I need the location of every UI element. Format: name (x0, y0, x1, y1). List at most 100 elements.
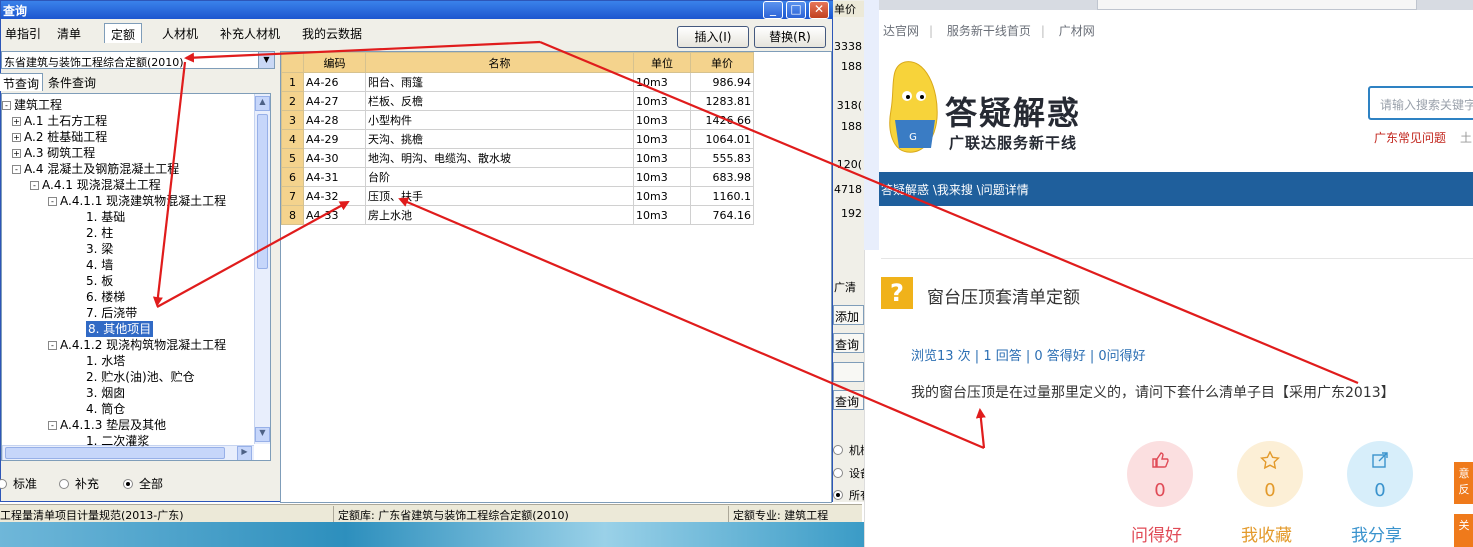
hot-link-more[interactable]: 土 (1460, 131, 1472, 145)
cell-code: A4-32 (303, 186, 366, 206)
bg-add-button[interactable]: 添加 (833, 305, 864, 325)
scroll-up-icon[interactable]: ▲ (255, 96, 270, 111)
table-row[interactable]: 1 A4-26 阳台、雨篷 10m3 986.94 (281, 72, 754, 92)
tab-guide[interactable]: 单指引 (0, 23, 47, 43)
table-row[interactable]: 5 A4-30 地沟、明沟、电缆沟、散水坡 10m3 555.83 (281, 148, 754, 168)
tree-node[interactable]: 6. 楼梯 (86, 289, 125, 305)
tree-node[interactable]: A.2 桩基础工程 (24, 129, 107, 145)
tab-supplementary-materials[interactable]: 补充人材机 (214, 23, 286, 43)
bg-radio-all[interactable]: 所有 (833, 487, 864, 502)
search-input[interactable]: 请输入搜索关键字 (1368, 86, 1473, 120)
cell-n: 1 (281, 72, 304, 92)
bg-label: 广清 (834, 281, 856, 294)
bg-radio-equipment[interactable]: 设备 (833, 465, 864, 481)
tree-node[interactable]: 1. 二次灌浆 (86, 433, 149, 449)
tree-node[interactable]: 5. 板 (86, 273, 113, 289)
bg-vertical-scrollbar[interactable] (864, 0, 879, 250)
tree-node[interactable]: A.4.1.3 垫层及其他 (60, 417, 166, 433)
cell-unit: 10m3 (633, 186, 691, 206)
cell-price: 1426.66 (690, 110, 754, 130)
tree-node[interactable]: 2. 贮水(油)池、贮仓 (86, 369, 195, 385)
browser-tab-strip (865, 0, 1473, 10)
tree-node[interactable]: 4. 墙 (86, 257, 113, 273)
tree-expander-icon[interactable]: - (12, 165, 21, 174)
cell-unit: 10m3 (633, 72, 691, 92)
tree-node[interactable]: A.4.1.1 现浇建筑物混凝土工程 (60, 193, 226, 209)
tree-node[interactable]: 7. 后浇带 (86, 305, 137, 321)
radio-standard[interactable]: 标准 (0, 475, 37, 492)
share-button[interactable]: 0 (1347, 441, 1413, 507)
hot-link-guangdong[interactable]: 广东常见问题 (1374, 131, 1446, 145)
tab-materials[interactable]: 人材机 (156, 23, 204, 43)
tab-chapter-query[interactable]: 节查询 (0, 73, 44, 91)
table-row[interactable]: 3 A4-28 小型构件 10m3 1426.66 (281, 110, 754, 130)
scroll-thumb[interactable] (257, 114, 268, 269)
link-home[interactable]: 服务新干线首页 (947, 24, 1031, 38)
radio-supplement[interactable]: 补充 (59, 475, 99, 492)
replace-button[interactable]: 替换(R) (754, 26, 826, 48)
quota-library-select[interactable]: 东省建筑与装饰工程综合定额(2010) ▼ (1, 51, 275, 69)
tree-node[interactable]: A.4 混凝土及钢筋混凝土工程 (24, 161, 179, 177)
header-price[interactable]: 单价 (690, 52, 754, 73)
cell-n: 7 (281, 186, 304, 206)
bg-query-button-2[interactable]: 查询 (833, 390, 864, 410)
tree-expander-icon[interactable]: - (48, 421, 57, 430)
tab-bill[interactable]: 清单 (51, 23, 87, 43)
tree-expander-icon[interactable]: + (12, 117, 21, 126)
close-icon[interactable]: ✕ (809, 1, 829, 19)
table-row[interactable]: 7 A4-32 压顶、扶手 10m3 1160.1 (281, 186, 754, 206)
feedback-side-button[interactable]: 意反 (1454, 462, 1473, 504)
header-code[interactable]: 编码 (303, 52, 366, 73)
tree-expander-icon[interactable]: + (12, 133, 21, 142)
top-links: 达官网 | 服务新干线首页 | 广材网 (883, 24, 1095, 38)
minimize-icon[interactable]: _ (763, 1, 783, 19)
maximize-icon[interactable]: □ (786, 1, 806, 19)
bg-button[interactable] (833, 362, 864, 382)
tree-node[interactable]: 3. 梁 (86, 241, 113, 257)
browser-tab-active[interactable] (1097, 0, 1417, 10)
tree-node-selected[interactable]: 8. 其他项目 (86, 321, 154, 337)
tree-node[interactable]: 1. 基础 (86, 209, 125, 225)
tree-node[interactable]: 1. 水塔 (86, 353, 125, 369)
tree-vertical-scrollbar[interactable]: ▲ ▼ (254, 94, 270, 444)
tree-node[interactable]: 3. 烟囱 (86, 385, 125, 401)
bg-query-button[interactable]: 查询 (833, 333, 864, 353)
radio-all[interactable]: 全部 (123, 475, 163, 492)
tree-node[interactable]: 2. 柱 (86, 225, 113, 241)
table-row[interactable]: 4 A4-29 天沟、挑檐 10m3 1064.01 (281, 129, 754, 149)
scroll-down-icon[interactable]: ▼ (255, 427, 270, 442)
thumb-up-icon (1127, 451, 1193, 474)
query-dialog: 查询 _ □ ✕ 单指引 清单 定额 人材机 补充人材机 我的云数据 插入(I)… (0, 0, 833, 503)
link-official-site[interactable]: 达官网 (883, 24, 919, 38)
tree-node[interactable]: 建筑工程 (14, 97, 62, 113)
cell-name: 天沟、挑檐 (365, 129, 634, 149)
tree-node[interactable]: A.3 砌筑工程 (24, 145, 95, 161)
tree-expander-icon[interactable]: + (12, 149, 21, 158)
link-material-net[interactable]: 广材网 (1059, 24, 1095, 38)
tree-expander-icon[interactable]: - (2, 101, 11, 110)
chevron-down-icon[interactable]: ▼ (258, 52, 274, 68)
scroll-right-icon[interactable]: ▶ (237, 446, 252, 460)
tree-node[interactable]: A.4.1 现浇混凝土工程 (42, 177, 161, 193)
tree-node[interactable]: A.1 土石方工程 (24, 113, 107, 129)
tree-node[interactable]: 4. 筒仓 (86, 401, 125, 417)
tree-node[interactable]: A.4.1.2 现浇构筑物混凝土工程 (60, 337, 226, 353)
cell-n: 6 (281, 167, 304, 187)
tree-expander-icon[interactable]: - (48, 197, 57, 206)
tree-expander-icon[interactable]: - (30, 181, 39, 190)
ask-good-button[interactable]: 0 (1127, 441, 1193, 507)
table-row[interactable]: 2 A4-27 栏板、反檐 10m3 1283.81 (281, 91, 754, 111)
tree-expander-icon[interactable]: - (48, 341, 57, 350)
table-row[interactable]: 8 A4-33 房上水池 10m3 764.16 (281, 205, 754, 225)
favorite-button[interactable]: 0 (1237, 441, 1303, 507)
tab-condition-query[interactable]: 条件查询 (45, 73, 99, 91)
insert-button[interactable]: 插入(I) (677, 26, 749, 48)
side-button[interactable]: 关 (1454, 514, 1473, 547)
table-row[interactable]: 6 A4-31 台阶 10m3 683.98 (281, 167, 754, 187)
tab-cloud-data[interactable]: 我的云数据 (296, 23, 368, 43)
header-name[interactable]: 名称 (365, 52, 634, 73)
tab-quota[interactable]: 定额 (104, 23, 143, 43)
cell-price: 683.98 (690, 167, 754, 187)
header-unit[interactable]: 单位 (633, 52, 691, 73)
bg-radio-machine[interactable]: 机械 (833, 442, 864, 458)
